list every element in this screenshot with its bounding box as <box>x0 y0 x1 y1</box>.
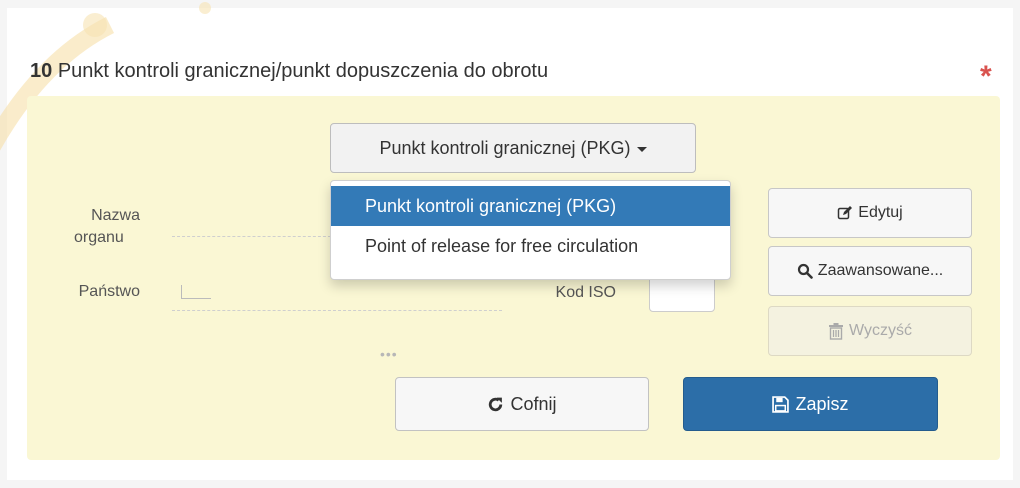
advanced-search-button[interactable]: Zaawansowane... <box>768 246 972 296</box>
floppy-disk-icon <box>772 395 790 413</box>
section-title: 10 Punkt kontroli granicznej/punkt dopus… <box>30 60 548 83</box>
section-number: 10 <box>30 60 53 82</box>
country-input[interactable] <box>181 285 211 299</box>
trash-icon <box>829 322 844 340</box>
authority-name-label-line1: Nazwa <box>91 207 140 224</box>
edit-button-label: Edytuj <box>858 204 903 221</box>
clear-button-label: Wyczyść <box>849 322 912 339</box>
search-icon <box>797 263 813 279</box>
caret-down-icon <box>636 147 647 152</box>
refresh-icon <box>489 397 503 411</box>
dropdown-option-pkg[interactable]: Punkt kontroli granicznej (PKG) <box>331 186 730 226</box>
undo-button[interactable]: Cofnij <box>395 377 649 431</box>
section-title-text: Punkt kontroli granicznej/punkt dopuszcz… <box>57 60 549 82</box>
type-dropdown-menu: Punkt kontroli granicznej (PKG) Point of… <box>330 180 731 280</box>
advanced-search-button-label: Zaawansowane... <box>817 262 944 279</box>
undo-button-label: Cofnij <box>510 393 557 414</box>
save-button[interactable]: Zapisz <box>683 377 938 431</box>
iso-code-input[interactable] <box>649 276 715 312</box>
edit-button[interactable]: Edytuj <box>768 188 972 238</box>
country-field-underline <box>172 310 502 311</box>
iso-code-label: Kod ISO <box>555 284 616 301</box>
required-asterisk: * <box>980 60 992 93</box>
clear-button[interactable]: Wyczyść <box>768 306 972 356</box>
country-label: Państwo <box>78 283 140 300</box>
dropdown-option-free-circulation[interactable]: Point of release for free circulation <box>331 226 730 266</box>
authority-name-label-line2: organu <box>74 229 124 246</box>
type-select-value: Punkt kontroli granicznej (PKG) <box>379 137 631 158</box>
save-button-label: Zapisz <box>795 393 849 414</box>
edit-icon <box>838 206 853 220</box>
more-indicator[interactable]: ••• <box>380 346 398 362</box>
authority-name-label: Nazwa organu <box>60 205 140 249</box>
type-select-button[interactable]: Punkt kontroli granicznej (PKG) <box>330 123 696 173</box>
